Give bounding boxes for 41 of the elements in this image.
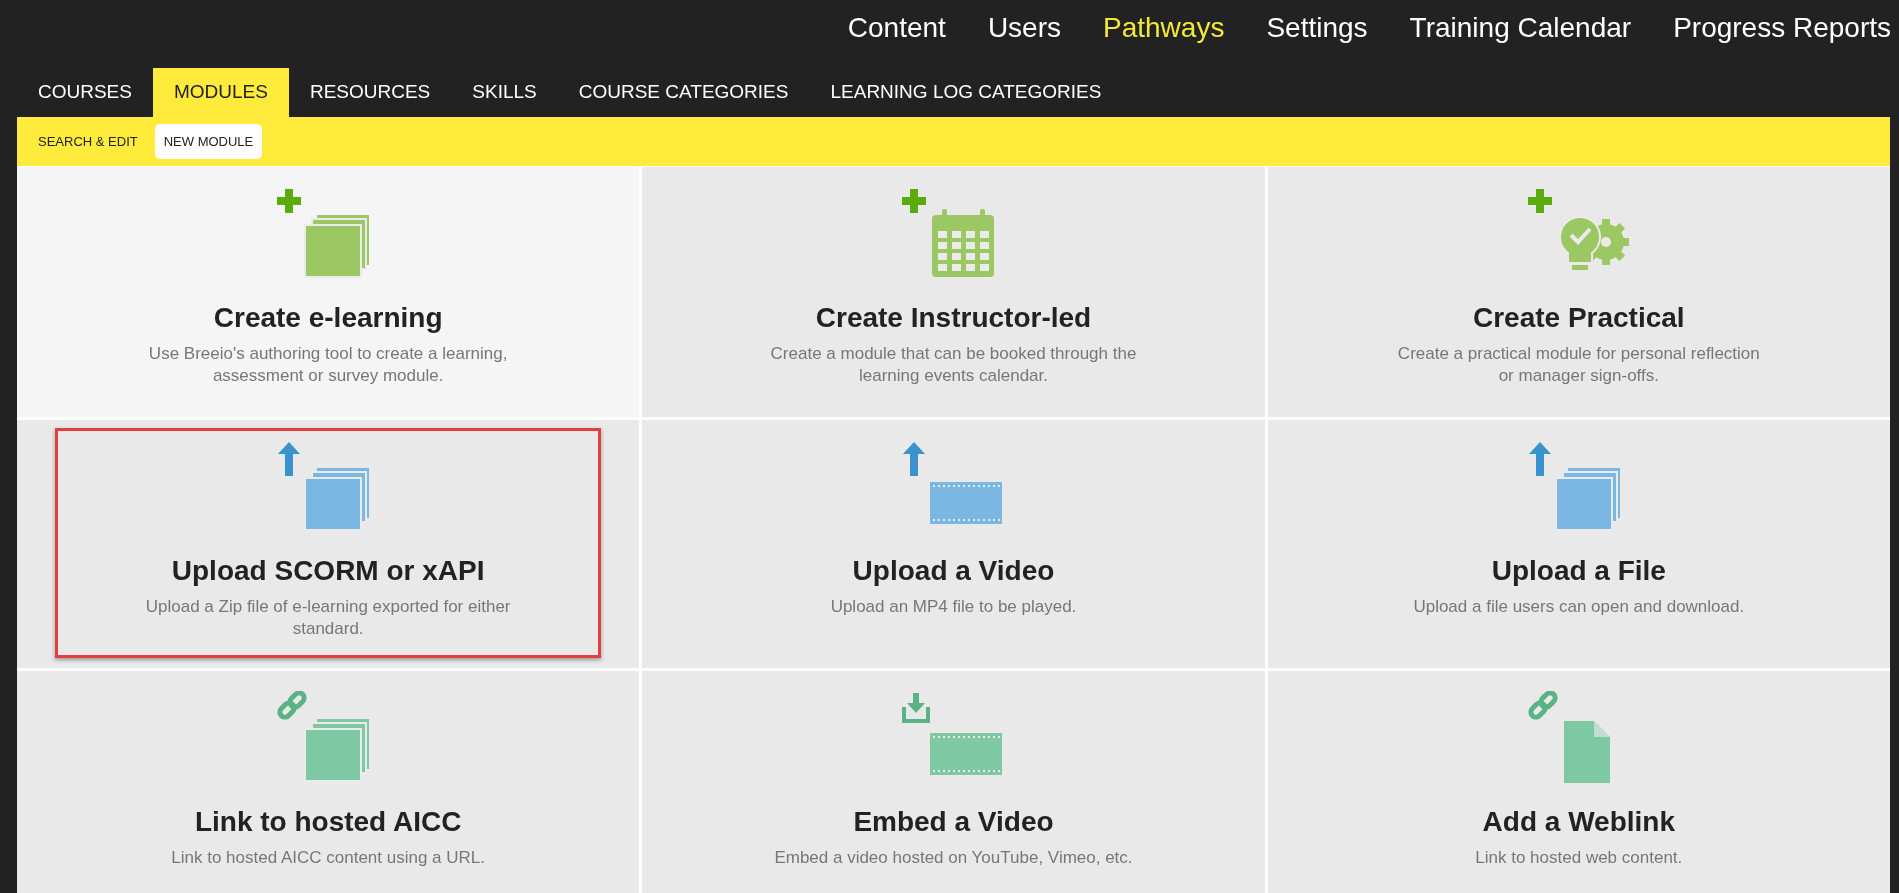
subnav-tab[interactable]: NEW MODULE: [154, 123, 263, 160]
card-description: Link to hosted web content.: [1474, 847, 1684, 869]
top-nav-link[interactable]: Pathways: [1103, 7, 1225, 49]
tab[interactable]: COURSE CATEGORIES: [557, 68, 810, 117]
card-title: Upload a File: [1491, 554, 1666, 588]
tab[interactable]: RESOURCES: [288, 68, 452, 117]
module-type-card[interactable]: Link to hosted AICC Link to hosted AICC content using a URL.: [17, 671, 640, 893]
card-title: Link to hosted AICC: [194, 805, 462, 839]
module-type-card[interactable]: Upload a File Upload a file users can open and download.: [1267, 420, 1890, 668]
tab[interactable]: COURSES: [17, 68, 153, 117]
card-description: Create a practical module for personal reflection or manager sign-offs.: [1396, 343, 1761, 387]
card-description: Embed a video hosted on YouTube, Vimeo, etc.: [773, 847, 1134, 869]
card-description: Link to hosted AICC content using a URL.: [170, 847, 487, 869]
top-nav-link[interactable]: Training Calendar: [1409, 7, 1632, 49]
card-title: Embed a Video: [853, 805, 1054, 839]
subnav-tab[interactable]: SEARCH & EDIT: [29, 123, 147, 160]
card-description: Upload an MP4 file to be played.: [829, 596, 1078, 618]
top-nav-link[interactable]: Users: [987, 7, 1061, 49]
top-nav-link[interactable]: Content: [847, 7, 946, 49]
module-type-card[interactable]: Add a Weblink Link to hosted web content.: [1267, 671, 1890, 893]
top-nav-link[interactable]: Progress Reports: [1673, 7, 1891, 49]
module-type-card[interactable]: Create e-learning Use Breeio's authoring tool to create a learning, assessment or survey module.: [17, 167, 640, 417]
tab[interactable]: MODULES: [152, 68, 289, 117]
card-title: Create e-learning: [213, 301, 443, 335]
module-type-card[interactable]: Upload SCORM or xAPI Upload a Zip file of e-learning exported for either standard.: [17, 420, 640, 668]
module-type-card[interactable]: Upload a Video Upload an MP4 file to be played.: [642, 420, 1265, 668]
card-title: Create Instructor-led: [815, 301, 1092, 335]
card-description: Upload a Zip file of e-learning exported for either standard.: [144, 596, 512, 640]
card-description: Upload a file users can open and download.: [1412, 596, 1746, 618]
card-title: Upload a Video: [852, 554, 1055, 588]
card-title: Create Practical: [1472, 301, 1685, 335]
tab[interactable]: SKILLS: [451, 68, 558, 117]
tab[interactable]: LEARNING LOG CATEGORIES: [809, 68, 1123, 117]
card-title: Upload SCORM or xAPI: [171, 554, 485, 588]
module-type-card[interactable]: Embed a Video Embed a video hosted on YouTube, Vimeo, etc.: [642, 671, 1265, 893]
module-type-card[interactable]: Create Practical Create a practical module for personal reflection or manager sign-offs.: [1267, 167, 1890, 417]
card-description: Create a module that can be booked through the learning events calendar.: [769, 343, 1138, 387]
card-title: Add a Weblink: [1482, 805, 1675, 839]
top-nav-link[interactable]: Settings: [1266, 7, 1368, 49]
module-type-card[interactable]: Create Instructor-led Create a module that can be booked through the learning events calendar.: [642, 167, 1265, 417]
card-description: Use Breeio's authoring tool to create a learning, assessment or survey module.: [147, 343, 509, 387]
